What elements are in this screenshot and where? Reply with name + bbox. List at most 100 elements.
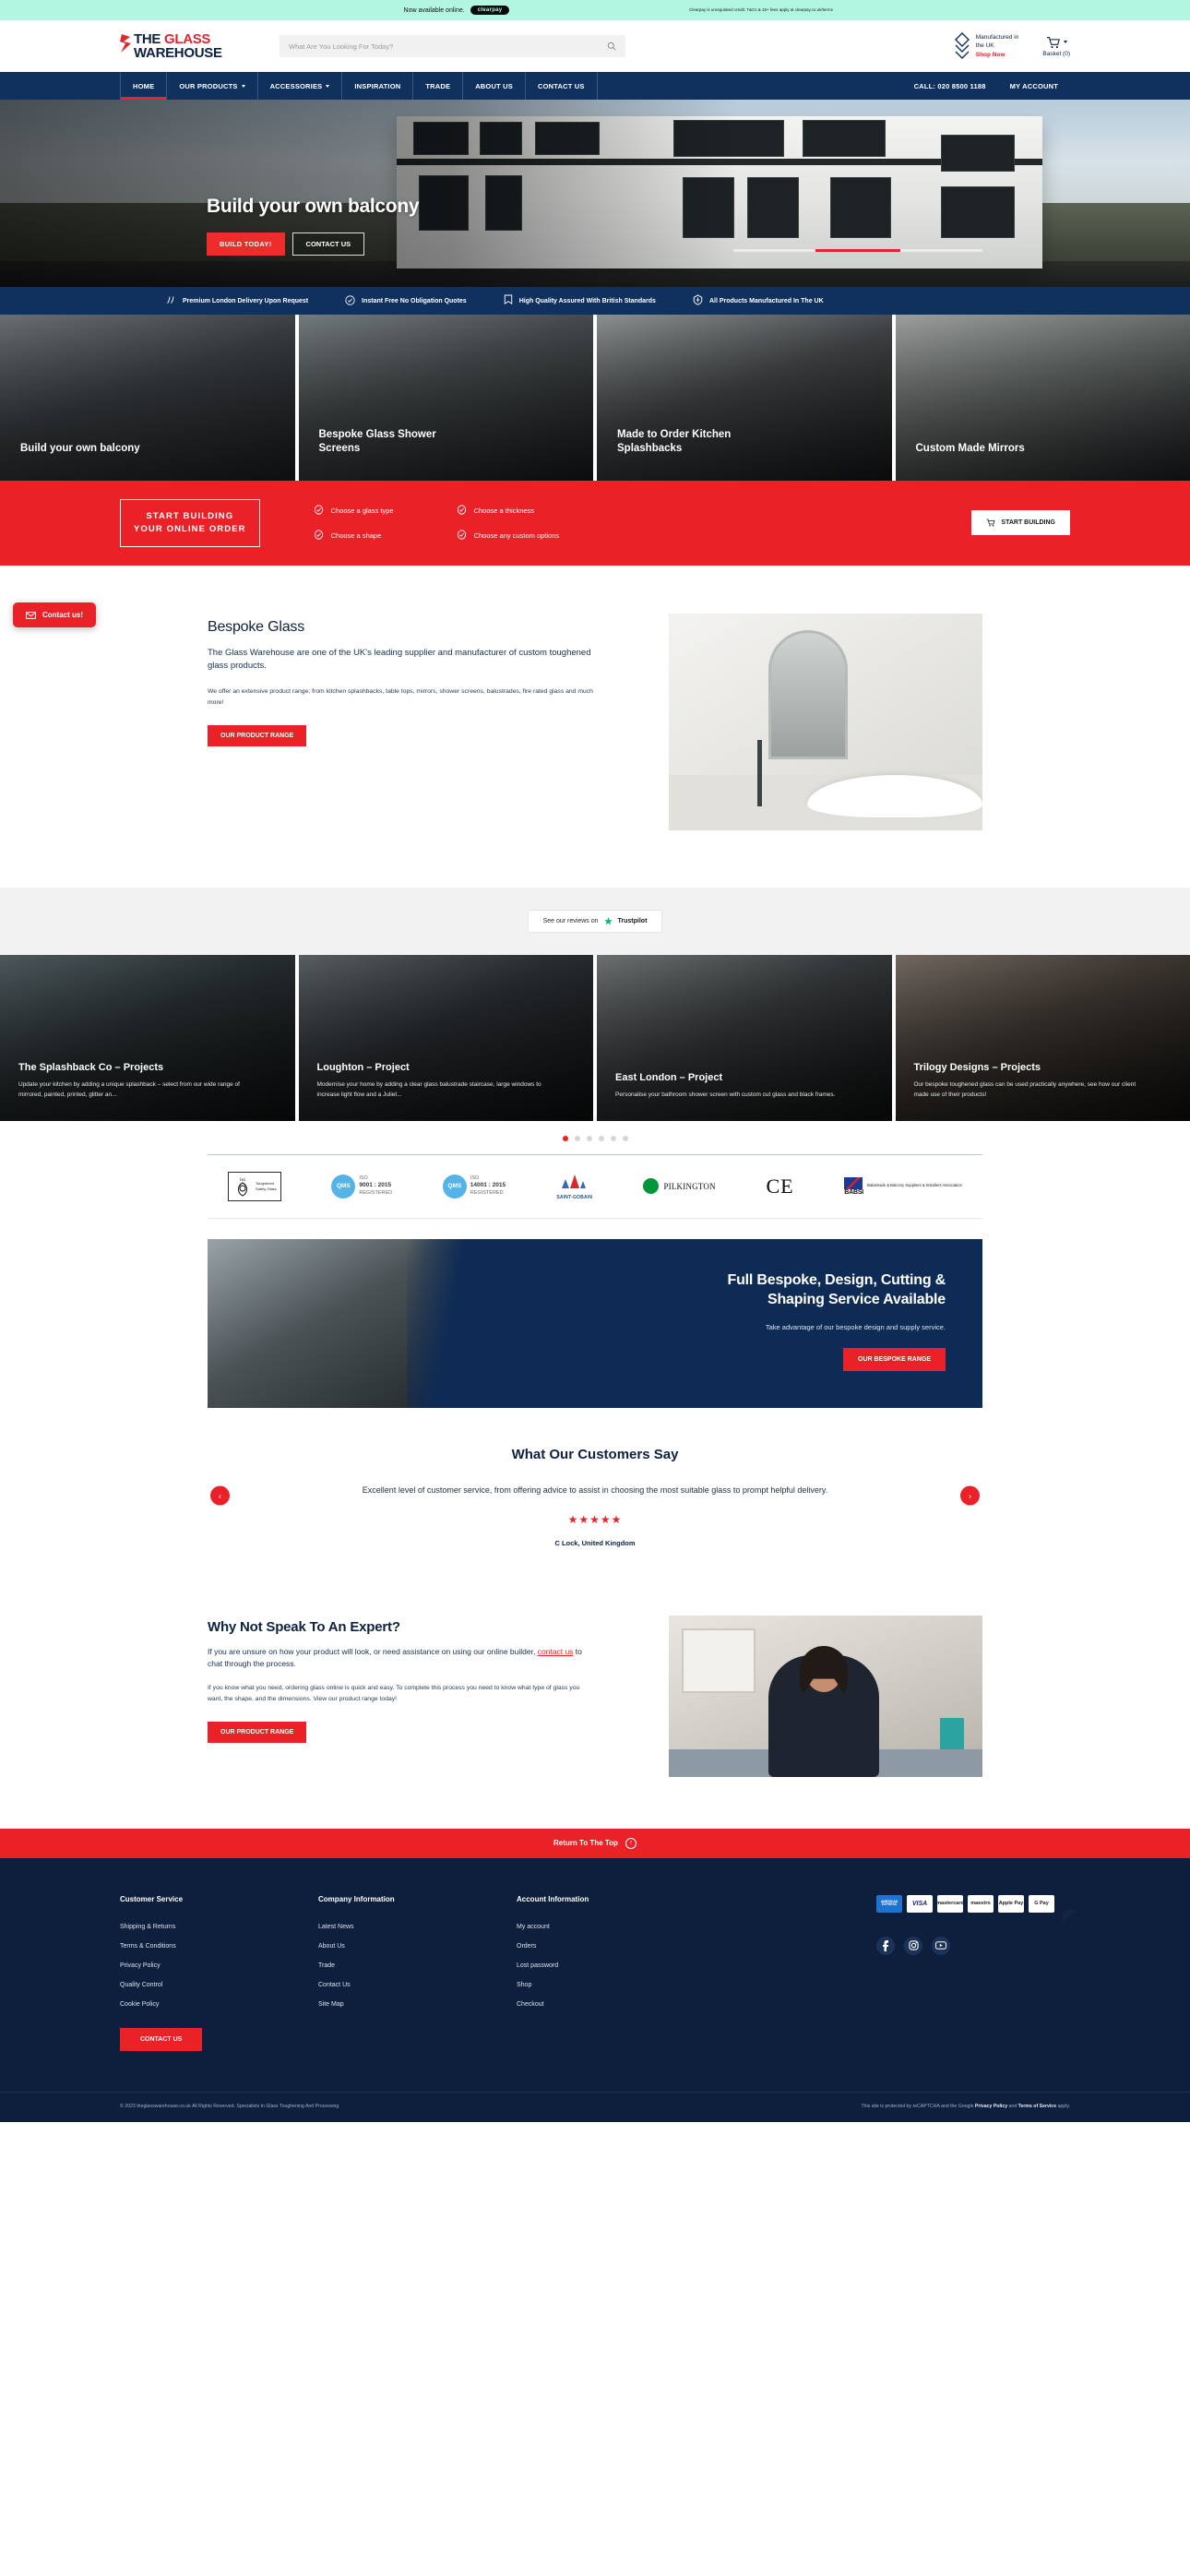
hero-contact-us-button[interactable]: CONTACT US	[292, 233, 365, 256]
project-title: Trilogy Designs – Projects	[913, 1061, 1041, 1073]
carousel-dot[interactable]	[610, 1135, 616, 1141]
nav-item-inspiration[interactable]: INSPIRATION	[342, 72, 414, 100]
footer-link[interactable]: Orders	[517, 1943, 715, 1950]
return-to-top-button[interactable]: Return To The Top ↑	[0, 1828, 1190, 1858]
hero-title: Build your own balcony	[207, 196, 420, 217]
build-step: Choose a glass type	[314, 505, 394, 517]
nav-item-my-account[interactable]: MY ACCOUNT	[998, 72, 1070, 100]
carousel-dot[interactable]	[562, 1135, 568, 1141]
nav-item-phone[interactable]: CALL: 020 8500 1188	[902, 72, 998, 100]
iso-9001-line1: ISO	[359, 1175, 368, 1181]
search-box[interactable]	[280, 35, 625, 57]
nav-item-home[interactable]: HOME	[120, 72, 168, 100]
footer-link[interactable]: Shipping & Returns	[120, 1924, 318, 1930]
speak-to-expert-section: Why Not Speak To An Expert? If you are u…	[0, 1584, 1190, 1829]
expert-product-range-button[interactable]: OUR PRODUCT RANGE	[208, 1721, 307, 1743]
testimonial-prev-button[interactable]: ‹	[210, 1485, 230, 1506]
check-circle-icon	[457, 505, 467, 517]
floating-contact-button[interactable]: Contact us!	[13, 602, 96, 627]
project-desc: Update your kitchen by adding a unique s…	[18, 1080, 240, 1099]
category-cards: Build your own balcony Bespoke Glass Sho…	[0, 315, 1190, 481]
hero-build-today-button[interactable]: BUILD TODAY!	[207, 233, 285, 256]
category-title: Made to Order Kitchen Splashbacks	[617, 428, 732, 455]
ce-label: CE	[766, 1174, 794, 1198]
start-building-button[interactable]: START BUILDING	[971, 510, 1070, 536]
banner-bespoke-range-button[interactable]: OUR BESPOKE RANGE	[843, 1347, 946, 1371]
footer-link[interactable]: About Us	[318, 1943, 517, 1950]
recaptcha-privacy-link[interactable]: Privacy Policy	[975, 2104, 1007, 2109]
footer-link[interactable]: Cookie Policy	[120, 2001, 318, 2008]
recaptcha-terms-link[interactable]: Terms of Service	[1018, 2104, 1056, 2109]
category-card-balcony[interactable]: Build your own balcony	[0, 315, 295, 481]
footer-link[interactable]: My account	[517, 1924, 715, 1930]
instagram-icon[interactable]	[904, 1936, 922, 1955]
shopping-cart-icon	[1046, 36, 1060, 48]
cert-ce: CE	[766, 1168, 793, 1205]
category-card-shower-screens[interactable]: Bespoke Glass Shower Screens	[298, 315, 593, 481]
youtube-icon[interactable]	[932, 1936, 950, 1955]
manufactured-in-uk[interactable]: Manufactured in the UK Shop Now	[954, 32, 1019, 60]
recaptcha-suffix: apply.	[1056, 2103, 1070, 2109]
recaptcha-text: This site is protected by reCAPTCHA and …	[862, 2104, 1070, 2109]
project-card[interactable]: East London – Project Personalise your b…	[597, 954, 892, 1121]
footer-link[interactable]: Terms & Conditions	[120, 1943, 318, 1950]
carousel-dot[interactable]	[586, 1135, 592, 1141]
babsi-label: BABSI	[844, 1188, 864, 1196]
bespoke-bathroom-image	[669, 613, 982, 830]
footer-link[interactable]: Contact Us	[318, 1982, 517, 1988]
footer-link[interactable]: Lost password	[517, 1962, 715, 1969]
category-card-splashbacks[interactable]: Made to Order Kitchen Splashbacks	[597, 315, 892, 481]
made-uk-shop-now-link[interactable]: Shop Now	[976, 51, 1019, 59]
trust-item: Instant Free No Obligation Quotes	[345, 294, 467, 307]
site-logo[interactable]: THE GLASS WAREHOUSE	[120, 32, 240, 60]
testimonials-heading: What Our Customers Say	[511, 1446, 679, 1462]
expert-contact-us-link[interactable]: contact us	[538, 1647, 574, 1656]
build-step-label: Choose a glass type	[330, 506, 394, 515]
carousel-dot[interactable]	[574, 1135, 580, 1141]
footer-link[interactable]: Shop	[517, 1982, 715, 1988]
nav-item-trade[interactable]: TRADE	[413, 72, 464, 100]
announcement-text: Now available online.	[403, 6, 465, 14]
carousel-dot[interactable]	[598, 1135, 604, 1141]
cert-iso-9001: QMS ISO 9001 : 2015 REGISTERED	[331, 1168, 392, 1205]
bespoke-glass-section: Bespoke Glass The Glass Warehouse are on…	[0, 566, 1190, 888]
chevron-down-icon[interactable]	[326, 84, 330, 88]
footer-link[interactable]: Privacy Policy	[120, 1962, 318, 1969]
facebook-icon[interactable]	[876, 1936, 895, 1955]
footer-link[interactable]: Latest News	[318, 1924, 517, 1930]
footer-link[interactable]: Site Map	[318, 2001, 517, 2008]
project-desc: Modernise your home by adding a clear gl…	[316, 1080, 541, 1099]
chevron-down-icon[interactable]	[241, 84, 245, 88]
nav-item-about-us[interactable]: ABOUT US	[463, 72, 526, 100]
search-icon[interactable]	[607, 42, 616, 51]
envelope-icon	[26, 611, 36, 619]
nav-item-accessories[interactable]: ACCESSORIES	[258, 72, 343, 100]
footer-link[interactable]: Quality Control	[120, 1982, 318, 1988]
clearpay-badge[interactable]: clearpay	[470, 6, 510, 15]
main-nav: HOME OUR PRODUCTS ACCESSORIES INSPIRATION TR…	[0, 72, 1190, 100]
trustpilot-widget[interactable]: See our reviews on Trustpilot	[527, 909, 663, 933]
search-input[interactable]	[289, 42, 607, 51]
testimonial-stars: ★★★★★	[567, 1512, 623, 1526]
hero-progress-bar[interactable]	[733, 249, 982, 252]
project-card[interactable]: Trilogy Designs – Projects Our bespoke t…	[895, 954, 1190, 1121]
basket[interactable]: Basket (0)	[1042, 36, 1070, 57]
nav-item-our-products[interactable]: OUR PRODUCTS	[167, 72, 258, 100]
project-desc: Personalise your bathroom shower screen …	[615, 1091, 836, 1099]
category-card-mirrors[interactable]: Custom Made Mirrors	[895, 315, 1190, 481]
announcement-legal: Clearpay is unregulated credit. T&Cs & 1…	[689, 6, 833, 12]
footer-contact-us-button[interactable]: CONTACT US	[120, 2027, 203, 2051]
project-card[interactable]: The Splashback Co – Projects Update your…	[0, 954, 295, 1121]
testimonial-next-button[interactable]: ›	[960, 1485, 980, 1506]
basket-chevron-down-icon[interactable]	[1063, 41, 1067, 43]
check-circle-icon	[345, 294, 355, 307]
nav-item-contact-us[interactable]: CONTACT US	[526, 72, 598, 100]
basket-label: Basket (0)	[1042, 50, 1070, 57]
trustpilot-prefix: See our reviews on	[542, 917, 599, 924]
carousel-dot[interactable]	[622, 1135, 628, 1141]
footer-link[interactable]: Trade	[318, 1962, 517, 1969]
project-card[interactable]: Loughton – Project Modernise your home b…	[298, 954, 593, 1121]
bespoke-product-range-button[interactable]: OUR PRODUCT RANGE	[208, 724, 307, 746]
iso-14001-line1: ISO	[470, 1175, 480, 1181]
footer-link[interactable]: Checkout	[517, 2001, 715, 2008]
